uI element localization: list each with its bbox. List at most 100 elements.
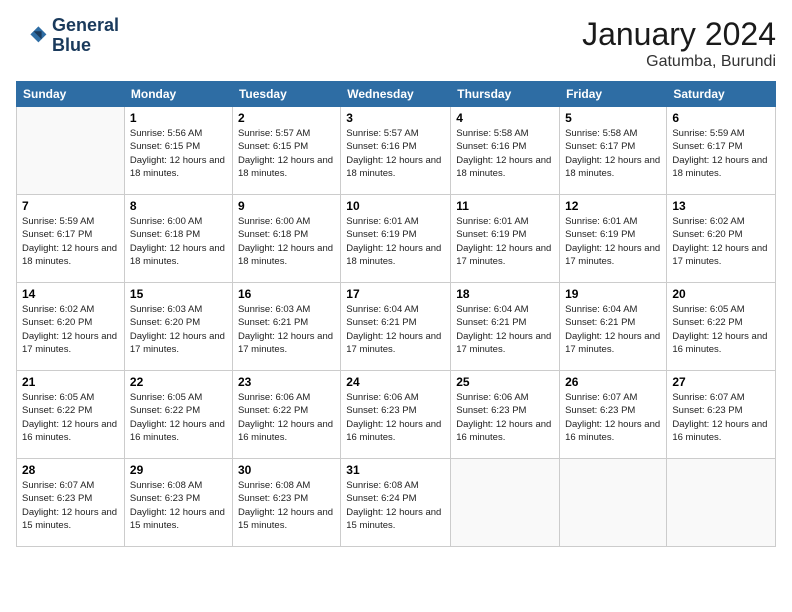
calendar-cell: 31Sunrise: 6:08 AMSunset: 6:24 PMDayligh… xyxy=(341,459,451,547)
day-info: Sunrise: 6:01 AMSunset: 6:19 PMDaylight:… xyxy=(456,215,554,268)
day-number: 19 xyxy=(565,287,661,301)
day-number: 25 xyxy=(456,375,554,389)
day-number: 15 xyxy=(130,287,227,301)
calendar-cell: 10 Sunrise: 6:01 AMSunset: 6:19 PMDayligh… xyxy=(341,195,451,283)
calendar-cell: 21 Sunrise: 6:05 AMSunset: 6:22 PMDayligh… xyxy=(17,371,125,459)
day-number: 17 xyxy=(346,287,445,301)
day-info: Sunrise: 6:08 AMSunset: 6:24 PMDaylight:… xyxy=(346,479,445,532)
month-title: January 2024 xyxy=(582,16,776,53)
day-number: 23 xyxy=(238,375,335,389)
header: General Blue January 2024 Gatumba, Burun… xyxy=(16,16,776,71)
calendar-cell: 17 Sunrise: 6:04 AMSunset: 6:21 PMDayligh… xyxy=(341,283,451,371)
calendar-cell xyxy=(560,459,667,547)
calendar-cell: 29 Sunrise: 6:08 AMSunset: 6:23 PMDayligh… xyxy=(124,459,232,547)
logo-text: General Blue xyxy=(52,16,119,56)
day-number: 4 xyxy=(456,111,554,125)
day-number: 29 xyxy=(130,463,227,477)
calendar-cell xyxy=(17,107,125,195)
day-info: Sunrise: 6:05 AMSunset: 6:22 PMDaylight:… xyxy=(22,391,119,444)
col-saturday: Saturday xyxy=(667,82,776,107)
calendar-cell xyxy=(451,459,560,547)
general-blue-icon xyxy=(16,20,48,52)
day-number: 14 xyxy=(22,287,119,301)
day-number: 12 xyxy=(565,199,661,213)
page: General Blue January 2024 Gatumba, Burun… xyxy=(0,0,792,612)
calendar-cell: 19Sunrise: 6:04 AMSunset: 6:21 PMDayligh… xyxy=(560,283,667,371)
calendar-cell: 7 Sunrise: 5:59 AMSunset: 6:17 PMDaylight… xyxy=(17,195,125,283)
day-number: 20 xyxy=(672,287,770,301)
day-info: Sunrise: 6:04 AMSunset: 6:21 PMDaylight:… xyxy=(456,303,554,356)
col-friday: Friday xyxy=(560,82,667,107)
week-row-4: 21 Sunrise: 6:05 AMSunset: 6:22 PMDayligh… xyxy=(17,371,776,459)
day-number: 3 xyxy=(346,111,445,125)
day-info: Sunrise: 6:08 AMSunset: 6:23 PMDaylight:… xyxy=(130,479,227,532)
day-info: Sunrise: 6:00 AMSunset: 6:18 PMDaylight:… xyxy=(130,215,227,268)
calendar-cell: 14 Sunrise: 6:02 AMSunset: 6:20 PMDayligh… xyxy=(17,283,125,371)
col-wednesday: Wednesday xyxy=(341,82,451,107)
day-number: 13 xyxy=(672,199,770,213)
day-number: 18 xyxy=(456,287,554,301)
day-info: Sunrise: 6:08 AMSunset: 6:23 PMDaylight:… xyxy=(238,479,335,532)
day-number: 28 xyxy=(22,463,119,477)
col-thursday: Thursday xyxy=(451,82,560,107)
col-tuesday: Tuesday xyxy=(232,82,340,107)
week-row-5: 28Sunrise: 6:07 AMSunset: 6:23 PMDayligh… xyxy=(17,459,776,547)
day-info: Sunrise: 6:07 AMSunset: 6:23 PMDaylight:… xyxy=(565,391,661,444)
day-info: Sunrise: 5:58 AMSunset: 6:16 PMDaylight:… xyxy=(456,127,554,180)
calendar-cell: 16 Sunrise: 6:03 AMSunset: 6:21 PMDayligh… xyxy=(232,283,340,371)
day-info: Sunrise: 6:06 AMSunset: 6:23 PMDaylight:… xyxy=(456,391,554,444)
week-row-2: 7 Sunrise: 5:59 AMSunset: 6:17 PMDaylight… xyxy=(17,195,776,283)
calendar-cell: 11Sunrise: 6:01 AMSunset: 6:19 PMDayligh… xyxy=(451,195,560,283)
day-number: 10 xyxy=(346,199,445,213)
title-block: January 2024 Gatumba, Burundi xyxy=(582,16,776,71)
day-number: 21 xyxy=(22,375,119,389)
calendar-cell: 13 Sunrise: 6:02 AMSunset: 6:20 PMDayligh… xyxy=(667,195,776,283)
day-number: 9 xyxy=(238,199,335,213)
calendar-cell: 4 Sunrise: 5:58 AMSunset: 6:16 PMDaylight… xyxy=(451,107,560,195)
day-info: Sunrise: 6:02 AMSunset: 6:20 PMDaylight:… xyxy=(22,303,119,356)
day-number: 24 xyxy=(346,375,445,389)
day-info: Sunrise: 6:07 AMSunset: 6:23 PMDaylight:… xyxy=(672,391,770,444)
day-info: Sunrise: 5:59 AMSunset: 6:17 PMDaylight:… xyxy=(22,215,119,268)
day-info: Sunrise: 6:02 AMSunset: 6:20 PMDaylight:… xyxy=(672,215,770,268)
day-number: 6 xyxy=(672,111,770,125)
calendar-cell: 12 Sunrise: 6:01 AMSunset: 6:19 PMDayligh… xyxy=(560,195,667,283)
calendar-table: SundayMondayTuesdayWednesdayThursdayFrid… xyxy=(16,81,776,547)
day-info: Sunrise: 6:01 AMSunset: 6:19 PMDaylight:… xyxy=(565,215,661,268)
calendar-cell: 2Sunrise: 5:57 AMSunset: 6:15 PMDaylight… xyxy=(232,107,340,195)
week-row-1: 1 Sunrise: 5:56 AMSunset: 6:15 PMDaylight… xyxy=(17,107,776,195)
calendar-cell: 6 Sunrise: 5:59 AMSunset: 6:17 PMDaylight… xyxy=(667,107,776,195)
day-info: Sunrise: 6:06 AMSunset: 6:23 PMDaylight:… xyxy=(346,391,445,444)
day-info: Sunrise: 5:57 AMSunset: 6:15 PMDaylight:… xyxy=(238,127,335,180)
day-number: 5 xyxy=(565,111,661,125)
day-info: Sunrise: 6:04 AMSunset: 6:21 PMDaylight:… xyxy=(346,303,445,356)
day-number: 16 xyxy=(238,287,335,301)
day-info: Sunrise: 6:03 AMSunset: 6:21 PMDaylight:… xyxy=(238,303,335,356)
day-number: 26 xyxy=(565,375,661,389)
week-row-3: 14 Sunrise: 6:02 AMSunset: 6:20 PMDayligh… xyxy=(17,283,776,371)
day-info: Sunrise: 6:06 AMSunset: 6:22 PMDaylight:… xyxy=(238,391,335,444)
day-info: Sunrise: 5:58 AMSunset: 6:17 PMDaylight:… xyxy=(565,127,661,180)
calendar-cell: 15 Sunrise: 6:03 AMSunset: 6:20 PMDayligh… xyxy=(124,283,232,371)
calendar-cell: 25 Sunrise: 6:06 AMSunset: 6:23 PMDayligh… xyxy=(451,371,560,459)
day-number: 1 xyxy=(130,111,227,125)
calendar-cell: 5 Sunrise: 5:58 AMSunset: 6:17 PMDaylight… xyxy=(560,107,667,195)
day-info: Sunrise: 5:59 AMSunset: 6:17 PMDaylight:… xyxy=(672,127,770,180)
day-info: Sunrise: 6:01 AMSunset: 6:19 PMDaylight:… xyxy=(346,215,445,268)
calendar-cell: 27Sunrise: 6:07 AMSunset: 6:23 PMDayligh… xyxy=(667,371,776,459)
calendar-cell: 24 Sunrise: 6:06 AMSunset: 6:23 PMDayligh… xyxy=(341,371,451,459)
col-sunday: Sunday xyxy=(17,82,125,107)
calendar-cell: 23 Sunrise: 6:06 AMSunset: 6:22 PMDayligh… xyxy=(232,371,340,459)
calendar-cell: 26 Sunrise: 6:07 AMSunset: 6:23 PMDayligh… xyxy=(560,371,667,459)
day-number: 8 xyxy=(130,199,227,213)
day-info: Sunrise: 5:56 AMSunset: 6:15 PMDaylight:… xyxy=(130,127,227,180)
day-info: Sunrise: 6:05 AMSunset: 6:22 PMDaylight:… xyxy=(672,303,770,356)
calendar-cell: 1 Sunrise: 5:56 AMSunset: 6:15 PMDaylight… xyxy=(124,107,232,195)
day-info: Sunrise: 6:03 AMSunset: 6:20 PMDaylight:… xyxy=(130,303,227,356)
day-info: Sunrise: 6:00 AMSunset: 6:18 PMDaylight:… xyxy=(238,215,335,268)
calendar-cell: 22Sunrise: 6:05 AMSunset: 6:22 PMDayligh… xyxy=(124,371,232,459)
day-number: 30 xyxy=(238,463,335,477)
day-number: 7 xyxy=(22,199,119,213)
day-info: Sunrise: 5:57 AMSunset: 6:16 PMDaylight:… xyxy=(346,127,445,180)
day-info: Sunrise: 6:05 AMSunset: 6:22 PMDaylight:… xyxy=(130,391,227,444)
